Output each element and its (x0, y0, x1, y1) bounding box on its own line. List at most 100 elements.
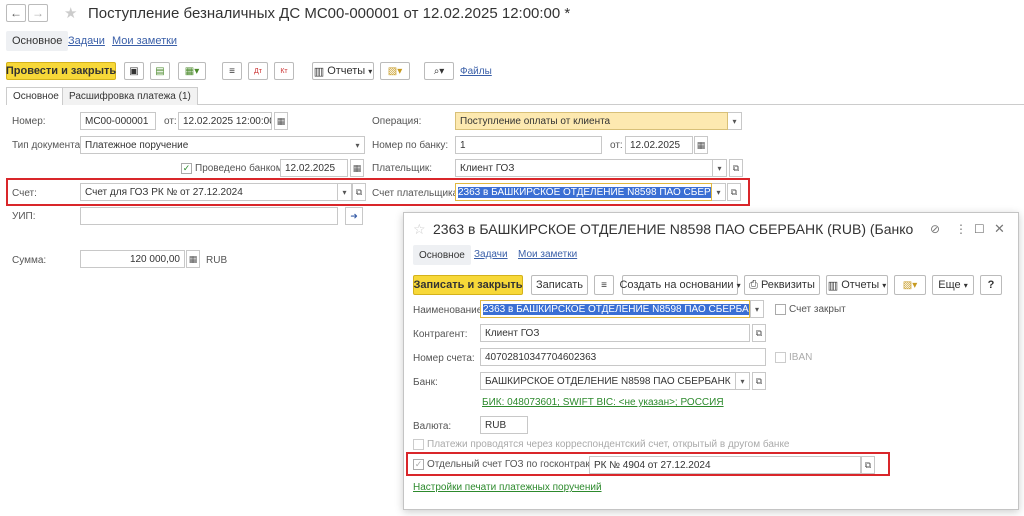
bank-input[interactable]: БАШКИРСКОЕ ОТДЕЛЕНИЕ N8598 ПАО СБЕРБАНК (480, 372, 736, 390)
account-label: Счет: (12, 188, 37, 199)
requisites-button[interactable]: ⎙ Реквизиты (744, 275, 820, 295)
reports-button[interactable]: ▥ Отчеты ▾ (312, 62, 374, 80)
account-number-label: Номер счета: (413, 353, 475, 364)
calculator-icon[interactable]: ▦ (186, 250, 200, 268)
files-link[interactable]: Файлы (460, 66, 492, 77)
post-icon[interactable]: ▤ (150, 62, 170, 80)
close-icon[interactable]: ✕ (994, 221, 1005, 237)
dt-kt-report-icon[interactable]: Кт (274, 62, 294, 80)
calendar-icon[interactable]: ▦ (274, 112, 288, 130)
goz-contract-input[interactable]: РК № 4904 от 27.12.2024 (589, 456, 861, 474)
forward-button[interactable]: → (28, 4, 48, 22)
tab-notes[interactable]: Мои заметки (112, 35, 177, 47)
doctype-label: Тип документа: (12, 140, 83, 151)
account-input[interactable]: Счет для ГОЗ РК № от 27.12.2024 (80, 183, 338, 201)
closed-checkbox[interactable] (775, 304, 786, 315)
maximize-icon[interactable]: ☐ (974, 222, 985, 236)
chevron-down-icon[interactable]: ▾ (728, 112, 742, 130)
list-icon[interactable]: ≡ (222, 62, 242, 80)
calendar-icon[interactable]: ▦ (694, 136, 708, 154)
payer-label: Плательщик: (372, 163, 433, 174)
bank-date-input[interactable]: 12.02.2025 (625, 136, 693, 154)
posted-label: Проведено банком (195, 163, 283, 174)
star-icon[interactable]: ☆ (413, 221, 426, 238)
bank-number-input[interactable]: 1 (455, 136, 602, 154)
chevron-down-icon[interactable]: ▾ (712, 183, 726, 201)
tab-main[interactable]: Основное (6, 31, 69, 51)
chevron-down-icon[interactable]: ▾ (750, 300, 764, 318)
page-title: Поступление безналичных ДС МС00-000001 о… (88, 5, 571, 22)
report-icon: ▥ (827, 279, 839, 292)
contractor-input[interactable]: Клиент ГОЗ (480, 324, 750, 342)
popup-tab-notes[interactable]: Мои заметки (518, 249, 577, 260)
corr-account-checkbox[interactable] (413, 439, 424, 450)
arrow-icon[interactable]: ➜ (345, 207, 363, 225)
chevron-down-icon[interactable]: ▾ (713, 159, 727, 177)
link-icon[interactable]: ⊘ (930, 222, 940, 236)
create-based-button[interactable]: Создать на основании ▾ (619, 275, 741, 295)
chevron-down-icon: ▾ (882, 280, 887, 290)
tab-tasks[interactable]: Задачи (68, 35, 105, 47)
chevron-down-icon: ▾ (963, 280, 968, 290)
chevron-down-icon: ▾ (736, 280, 741, 290)
iban-label: IBAN (789, 352, 813, 363)
doctype-select[interactable]: Платежное поручение (80, 136, 352, 154)
number-label: Номер: (12, 116, 46, 127)
bank-from-label: от: (610, 140, 623, 151)
open-icon[interactable]: ⧉ (727, 183, 741, 201)
iban-checkbox[interactable] (775, 352, 786, 363)
print-icon[interactable]: ▧▾ (894, 275, 926, 295)
print-icon[interactable]: ▧▾ (380, 62, 410, 80)
save-button[interactable]: Записать (531, 275, 588, 295)
create-based-icon[interactable]: ▦▾ (178, 62, 206, 80)
open-icon[interactable]: ⧉ (729, 159, 743, 177)
chevron-down-icon[interactable]: ▾ (351, 136, 365, 154)
list-icon[interactable]: ≡ (594, 275, 614, 295)
currency-input[interactable]: RUB (480, 416, 528, 434)
post-and-close-button[interactable]: Провести и закрыть (6, 62, 116, 80)
account-number-input[interactable]: 40702810347704602363 (480, 348, 766, 366)
bik-link[interactable]: БИК: 048073601; SWIFT BIC: <не указан>; … (482, 397, 724, 408)
print-settings-link[interactable]: Настройки печати платежных поручений (413, 482, 602, 493)
tab-payment-details[interactable]: Расшифровка платежа (1) (62, 87, 198, 105)
calendar-icon[interactable]: ▦ (350, 159, 364, 177)
chevron-down-icon[interactable]: ▾ (736, 372, 750, 390)
attach-icon[interactable]: ⌕▾ (424, 62, 454, 80)
popup-tab-tasks[interactable]: Задачи (474, 249, 508, 260)
uip-input[interactable] (80, 207, 338, 225)
date-input[interactable]: 12.02.2025 12:00:00 (178, 112, 272, 130)
save-and-close-button[interactable]: Записать и закрыть (413, 275, 523, 295)
chevron-down-icon[interactable]: ▾ (338, 183, 352, 201)
number-input[interactable]: МС00-000001 (80, 112, 156, 130)
operation-select[interactable]: Поступление оплаты от клиента (455, 112, 728, 130)
chevron-down-icon: ▾ (368, 66, 373, 76)
help-button[interactable]: ? (980, 275, 1002, 295)
goz-label: Отдельный счет ГОЗ по госконтракту (427, 459, 600, 470)
popup-tab-main[interactable]: Основное (413, 245, 471, 265)
open-icon[interactable]: ⧉ (861, 456, 875, 474)
currency-label: Валюта: (413, 421, 452, 432)
goz-checkbox[interactable]: ✓ (413, 459, 424, 470)
bank-label: Банк: (413, 377, 438, 388)
save-icon[interactable]: ▣ (124, 62, 144, 80)
dt-kt-icon[interactable]: Дт (248, 62, 268, 80)
posted-checkbox[interactable]: ✓ (181, 163, 192, 174)
posted-date-input[interactable]: 12.02.2025 (280, 159, 348, 177)
open-icon[interactable]: ⧉ (352, 183, 366, 201)
name-input[interactable]: 2363 в БАШКИРСКОЕ ОТДЕЛЕНИЕ N8598 ПАО СБ… (480, 300, 750, 318)
more-icon[interactable]: ⋮ (955, 222, 967, 236)
popup-reports-button[interactable]: ▥ Отчеты ▾ (826, 275, 888, 295)
open-icon[interactable]: ⧉ (752, 372, 766, 390)
open-icon[interactable]: ⧉ (752, 324, 766, 342)
sum-input[interactable]: 120 000,00 (80, 250, 185, 268)
contractor-label: Контрагент: (413, 329, 468, 340)
uip-label: УИП: (12, 211, 36, 222)
star-icon[interactable]: ★ (64, 4, 77, 22)
payer-input[interactable]: Клиент ГОЗ (455, 159, 713, 177)
payer-account-input[interactable]: 2363 в БАШКИРСКОЕ ОТДЕЛЕНИЕ N8598 ПАО СБ… (455, 183, 712, 201)
closed-label: Счет закрыт (789, 304, 846, 315)
printer-icon: ⎙ (749, 278, 758, 291)
back-button[interactable]: ← (6, 4, 26, 22)
more-button[interactable]: Еще ▾ (932, 275, 974, 295)
tab-basic[interactable]: Основное (6, 87, 66, 105)
